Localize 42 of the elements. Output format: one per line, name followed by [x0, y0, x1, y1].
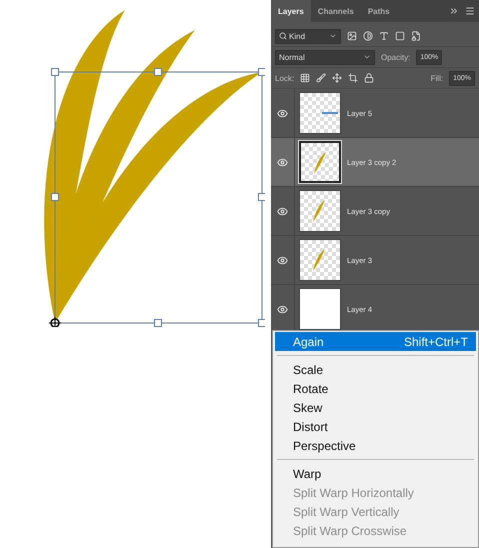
- leaf-thumbnail-icon: [313, 151, 327, 175]
- blend-mode-value: Normal: [279, 52, 305, 62]
- menu-item[interactable]: Again Shift+Ctrl+T: [275, 332, 476, 351]
- fill-label: Fill:: [430, 74, 444, 82]
- opacity-label: Opacity:: [381, 52, 410, 62]
- menu-item[interactable]: Rotate: [275, 379, 476, 398]
- menu-item[interactable]: Distort: [275, 417, 476, 436]
- visibility-icon[interactable]: [277, 108, 288, 118]
- menu-item[interactable]: Warp: [275, 464, 476, 483]
- menu-item[interactable]: Skew: [275, 398, 476, 417]
- visibility-icon[interactable]: [277, 254, 288, 266]
- menu-item[interactable]: Scale: [275, 360, 476, 379]
- menu-item[interactable]: Perspective: [275, 436, 476, 455]
- leaf-thumbnail-icon: [312, 248, 326, 272]
- panel-tab[interactable]: Channels: [310, 0, 361, 22]
- lock-label: Lock:: [275, 74, 294, 82]
- visibility-icon[interactable]: [277, 304, 288, 314]
- brush-icon[interactable]: [316, 73, 326, 83]
- smart-object-filter-icon[interactable]: [411, 31, 421, 41]
- menu-icon[interactable]: [465, 6, 475, 16]
- image-filter-icon[interactable]: [347, 31, 357, 41]
- visibility-icon[interactable]: [277, 156, 288, 168]
- filter-value: Kind: [289, 32, 306, 40]
- line-thumbnail-icon: [322, 111, 338, 115]
- type-filter-icon[interactable]: [379, 31, 389, 41]
- visibility-icon[interactable]: [277, 206, 288, 216]
- chevron-down-icon: [329, 32, 337, 40]
- expand-icon[interactable]: [449, 6, 459, 16]
- adjustment-filter-icon[interactable]: [363, 31, 373, 41]
- panel-tab[interactable]: Layers: [271, 0, 311, 22]
- shape-filter-icon[interactable]: [395, 31, 405, 41]
- layer-thumbnail: [299, 288, 341, 330]
- leaf-thumbnail-icon: [312, 199, 326, 223]
- blend-mode-dropdown[interactable]: Normal: [275, 50, 375, 64]
- lock-pixels-icon[interactable]: [300, 73, 310, 83]
- chevron-down-icon: [363, 53, 371, 61]
- filter-dropdown[interactable]: Kind: [275, 28, 341, 44]
- artboard-icon[interactable]: [348, 73, 358, 83]
- panel-tab[interactable]: Paths: [360, 0, 397, 22]
- move-icon[interactable]: [332, 73, 342, 83]
- search-icon: [279, 32, 287, 40]
- lock-icon[interactable]: [364, 73, 374, 83]
